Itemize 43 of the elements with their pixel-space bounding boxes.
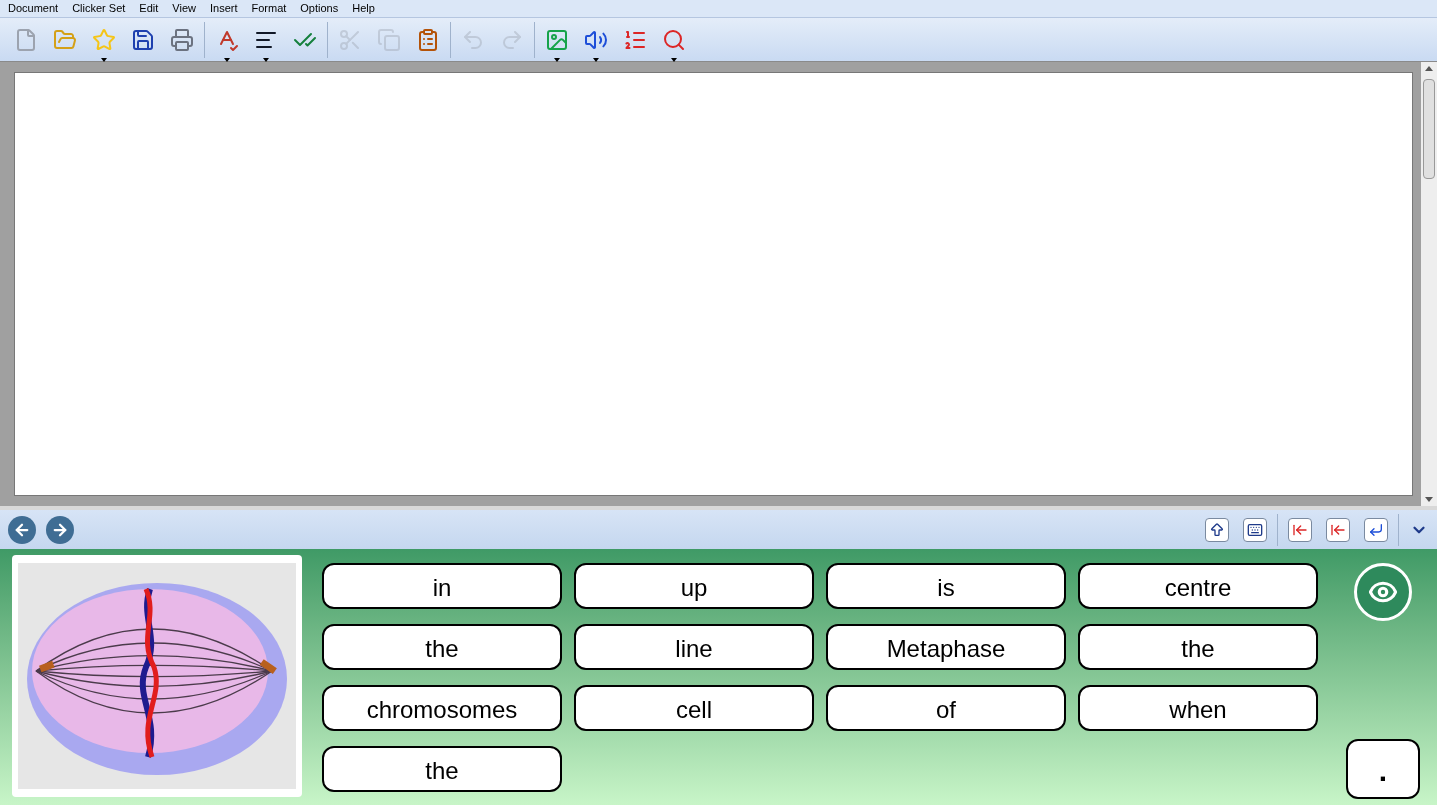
clipboard-icon: [416, 27, 440, 52]
period-button[interactable]: .: [1346, 739, 1420, 799]
shift-arrow-icon: [1209, 521, 1225, 538]
keyboard-icon: [1247, 521, 1263, 538]
forward-button[interactable]: [46, 515, 74, 544]
word-button[interactable]: when: [1078, 685, 1318, 731]
menu-item[interactable]: Options: [300, 0, 339, 17]
word-button[interactable]: centre: [1078, 563, 1318, 609]
star-icon: [92, 27, 116, 52]
menu-item[interactable]: Format: [251, 0, 287, 17]
menu-item[interactable]: Document: [8, 0, 59, 17]
backspace-button[interactable]: [1326, 517, 1350, 542]
search-icon: [662, 27, 686, 52]
enter-button[interactable]: [1364, 517, 1388, 542]
printer-icon: [170, 27, 194, 52]
view-button[interactable]: [1354, 563, 1412, 621]
menu-item[interactable]: Clicker Set: [72, 0, 126, 17]
menu-item[interactable]: View: [172, 0, 196, 17]
word-button[interactable]: the: [322, 746, 562, 792]
speak-shift-button[interactable]: [1205, 517, 1229, 542]
word-button[interactable]: up: [574, 563, 814, 609]
scissors-icon: [338, 27, 362, 52]
scrollbar[interactable]: [1421, 62, 1437, 506]
word-button[interactable]: the: [1078, 624, 1318, 670]
folder-icon: [53, 27, 77, 52]
menu-item[interactable]: Help: [352, 0, 375, 17]
menu-item[interactable]: Insert: [209, 0, 238, 17]
word-button[interactable]: chromosomes: [322, 685, 562, 731]
back-button[interactable]: [8, 515, 36, 544]
line-start-button[interactable]: [1288, 517, 1312, 542]
word-button[interactable]: the: [322, 624, 562, 670]
document-icon: [14, 27, 38, 52]
word-button[interactable]: cell: [574, 685, 814, 731]
word-button[interactable]: line: [574, 624, 814, 670]
menu-item[interactable]: Edit: [139, 0, 159, 17]
picture-icon: [545, 27, 569, 52]
keyboard-button[interactable]: [1243, 517, 1267, 542]
enter-icon: [1368, 521, 1384, 538]
word-button[interactable]: of: [826, 685, 1066, 731]
word-button[interactable]: in: [322, 563, 562, 609]
copy-icon: [377, 27, 401, 52]
word-button[interactable]: Metaphase: [826, 624, 1066, 670]
word-button[interactable]: is: [826, 563, 1066, 609]
